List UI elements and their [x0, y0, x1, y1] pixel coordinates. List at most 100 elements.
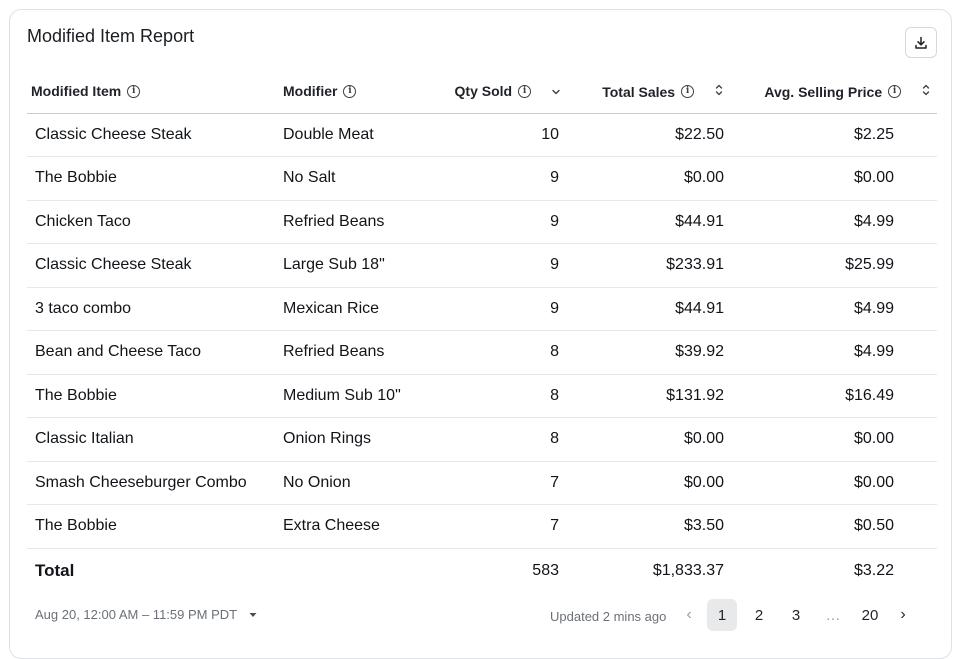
total-qty-sold: 583: [439, 547, 567, 593]
cell-qty-sold: 9: [439, 200, 567, 244]
cell-avg-selling-price: $4.99: [730, 200, 937, 244]
page-button-3[interactable]: 3: [781, 599, 811, 631]
pagination-ellipsis: …: [825, 606, 841, 624]
cell-modifier: Refried Beans: [279, 200, 439, 244]
info-icon[interactable]: i: [518, 84, 532, 98]
cell-qty-sold: 8: [439, 330, 567, 375]
column-header-modifier[interactable]: Modifier i: [279, 70, 439, 114]
cell-modified-item: Chicken Taco: [27, 200, 279, 244]
prev-page-button[interactable]: ‹: [678, 599, 700, 631]
report-table: Modified Item i Modifier i Qty Sold i To…: [27, 70, 937, 593]
total-modifier-empty: [279, 547, 439, 593]
cell-avg-selling-price: $2.25: [730, 113, 937, 157]
table-row: The Bobbie Medium Sub 10" 8 $131.92 $16.…: [27, 374, 937, 418]
cell-modifier: Refried Beans: [279, 330, 439, 375]
cell-qty-sold: 9: [439, 287, 567, 331]
cell-modifier: Double Meat: [279, 113, 439, 157]
cell-qty-sold: 10: [439, 113, 567, 157]
cell-qty-sold: 8: [439, 417, 567, 462]
column-header-qty-sold[interactable]: Qty Sold i: [439, 70, 567, 114]
cell-total-sales: $3.50: [567, 504, 730, 549]
report-card: Modified Item Report Modified Item i Mod…: [9, 9, 952, 659]
table-row: Smash Cheeseburger Combo No Onion 7 $0.0…: [27, 461, 937, 505]
cell-total-sales: $0.00: [567, 156, 730, 201]
cell-qty-sold: 7: [439, 504, 567, 549]
column-header-total-sales[interactable]: Total Sales i: [567, 70, 730, 114]
cell-total-sales: $0.00: [567, 417, 730, 462]
column-label: Modified Item: [31, 83, 122, 100]
cell-total-sales: $233.91: [567, 243, 730, 288]
cell-avg-selling-price: $25.99: [730, 243, 937, 288]
cell-modified-item: 3 taco combo: [27, 287, 279, 331]
page-button-2[interactable]: 2: [744, 599, 774, 631]
cell-modifier: Extra Cheese: [279, 504, 439, 549]
column-label: Avg. Selling Price: [764, 83, 883, 100]
cell-modified-item: Classic Cheese Steak: [27, 243, 279, 288]
cell-avg-selling-price: $0.00: [730, 461, 937, 505]
table-row: Classic Italian Onion Rings 8 $0.00 $0.0…: [27, 417, 937, 462]
cell-modified-item: Smash Cheeseburger Combo: [27, 461, 279, 505]
cell-total-sales: $0.00: [567, 461, 730, 505]
cell-modifier: No Onion: [279, 461, 439, 505]
total-sales: $1,833.37: [567, 547, 730, 593]
info-icon[interactable]: i: [681, 85, 695, 99]
sort-unsorted-icon[interactable]: [915, 83, 937, 97]
date-range-selector[interactable]: Aug 20, 12:00 AM – 11:59 PM PDT: [35, 607, 257, 622]
cell-avg-selling-price: $4.99: [730, 287, 937, 331]
cell-modifier: Medium Sub 10": [279, 374, 439, 418]
cell-total-sales: $44.91: [567, 287, 730, 331]
next-page-button[interactable]: ›: [892, 599, 914, 631]
total-row: Total 583 $1,833.37 $3.22: [27, 547, 937, 593]
cell-modifier: Mexican Rice: [279, 287, 439, 331]
cell-modified-item: Classic Cheese Steak: [27, 113, 279, 157]
cell-total-sales: $131.92: [567, 374, 730, 418]
sort-descending-icon[interactable]: [545, 88, 567, 96]
cell-qty-sold: 9: [439, 156, 567, 201]
total-avg-selling-price: $3.22: [730, 547, 937, 593]
cell-modifier: Onion Rings: [279, 417, 439, 462]
cell-avg-selling-price: $4.99: [730, 330, 937, 375]
cell-modified-item: Bean and Cheese Taco: [27, 330, 279, 375]
caret-down-icon: [249, 612, 257, 617]
table-row: The Bobbie No Salt 9 $0.00 $0.00: [27, 156, 937, 201]
info-icon[interactable]: i: [127, 84, 141, 98]
cell-avg-selling-price: $16.49: [730, 374, 937, 418]
table-row: The Bobbie Extra Cheese 7 $3.50 $0.50: [27, 504, 937, 549]
table-row: Chicken Taco Refried Beans 9 $44.91 $4.9…: [27, 200, 937, 244]
cell-modified-item: The Bobbie: [27, 504, 279, 549]
table-row: Classic Cheese Steak Double Meat 10 $22.…: [27, 113, 937, 157]
cell-modified-item: Classic Italian: [27, 417, 279, 462]
table-row: 3 taco combo Mexican Rice 9 $44.91 $4.99: [27, 287, 937, 331]
sort-unsorted-icon[interactable]: [708, 83, 730, 97]
cell-modified-item: The Bobbie: [27, 156, 279, 201]
table-row: Classic Cheese Steak Large Sub 18" 9 $23…: [27, 243, 937, 288]
pagination: ‹ 1 2 3 … 20 ›: [678, 599, 921, 631]
cell-total-sales: $39.92: [567, 330, 730, 375]
info-icon[interactable]: i: [343, 84, 357, 98]
column-header-modified-item[interactable]: Modified Item i: [27, 70, 279, 114]
cell-total-sales: $22.50: [567, 113, 730, 157]
column-label: Modifier: [283, 83, 338, 100]
column-label: Total Sales: [602, 83, 676, 100]
cell-avg-selling-price: $0.00: [730, 417, 937, 462]
page-button-last[interactable]: 20: [855, 599, 885, 631]
download-icon: [915, 36, 927, 49]
total-label: Total: [27, 547, 279, 593]
cell-total-sales: $44.91: [567, 200, 730, 244]
report-title: Modified Item Report: [27, 26, 195, 46]
cell-avg-selling-price: $0.50: [730, 504, 937, 549]
download-button[interactable]: [905, 27, 937, 58]
page-button-1[interactable]: 1: [707, 599, 737, 631]
last-updated-text: Updated 2 mins ago: [550, 609, 667, 624]
cell-qty-sold: 8: [439, 374, 567, 418]
cell-avg-selling-price: $0.00: [730, 156, 937, 201]
column-label: Qty Sold: [454, 83, 513, 100]
info-icon[interactable]: i: [888, 85, 902, 99]
cell-modifier: No Salt: [279, 156, 439, 201]
column-header-avg-selling-price[interactable]: Avg. Selling Price i: [730, 70, 937, 114]
table-header-row: Modified Item i Modifier i Qty Sold i To…: [27, 70, 937, 114]
table-row: Bean and Cheese Taco Refried Beans 8 $39…: [27, 330, 937, 375]
cell-modified-item: The Bobbie: [27, 374, 279, 418]
cell-qty-sold: 9: [439, 243, 567, 288]
date-range-label: Aug 20, 12:00 AM – 11:59 PM PDT: [35, 607, 238, 622]
